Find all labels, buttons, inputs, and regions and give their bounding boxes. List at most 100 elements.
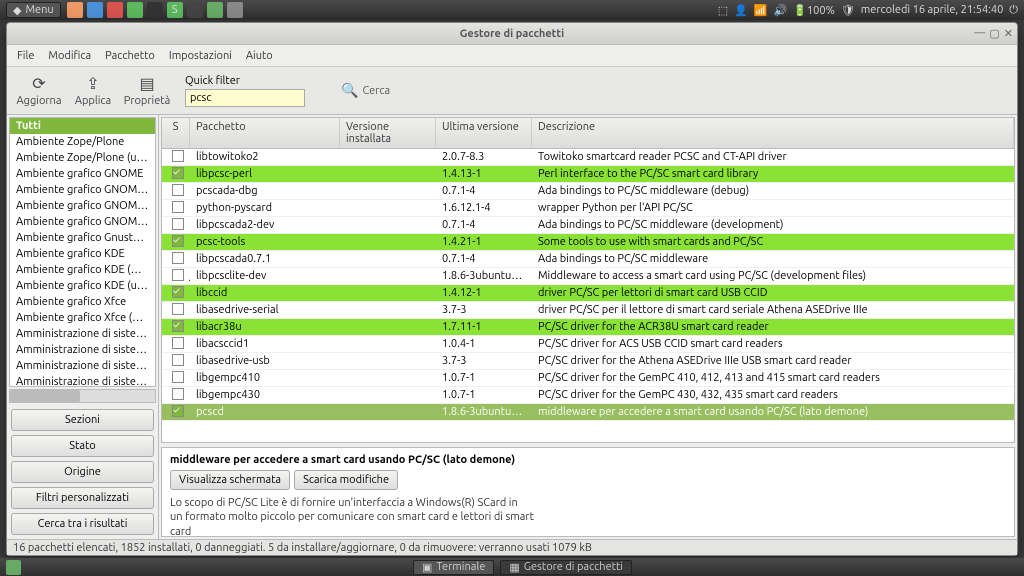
horizontal-scrollbar[interactable] (9, 389, 156, 403)
table-row[interactable]: libpcscada2-dev0.7.1-4Ada bindings to PC… (162, 217, 1014, 234)
category-item[interactable]: Amministrazione di sistema (n (10, 342, 155, 358)
app-icon[interactable] (107, 2, 123, 18)
status-checkbox[interactable] (172, 337, 184, 349)
menu-settings[interactable]: Impostazioni (169, 50, 232, 62)
maximize-button[interactable]: ▢ (989, 27, 999, 40)
table-row[interactable]: libacr38u1.7.11-1PC/SC driver for the AC… (162, 319, 1014, 336)
menu-button[interactable]: ◆ Menu (6, 2, 61, 18)
col-status[interactable]: S (162, 118, 190, 148)
category-item[interactable]: Ambiente grafico KDE (10, 246, 155, 262)
table-body[interactable]: libtowitoko22.0.7-8.3Towitoko smartcard … (162, 149, 1014, 442)
table-row[interactable]: libasedrive-usb3.7-3PC/SC driver for the… (162, 353, 1014, 370)
app-icon[interactable] (67, 2, 83, 18)
task-terminal[interactable]: ▣ Terminale (413, 560, 494, 575)
category-item[interactable]: Ambiente Zope/Plone (10, 134, 155, 150)
search-button[interactable]: 🔍 Cerca (341, 82, 390, 99)
col-latest[interactable]: Ultima versione (436, 118, 532, 148)
menu-help[interactable]: Aiuto (246, 50, 273, 62)
menu-file[interactable]: File (17, 50, 34, 62)
table-row[interactable]: libpcscada0.7.10.7.1-4Ada bindings to PC… (162, 251, 1014, 268)
category-item[interactable]: Ambiente grafico Xfce (univer (10, 310, 155, 326)
screenshot-button[interactable]: Visualizza schermata (170, 470, 290, 490)
shutdown-icon[interactable]: ⏻ (1009, 4, 1018, 17)
category-item[interactable]: Ambiente grafico GNOME (un (10, 214, 155, 230)
task-synaptic[interactable]: ▦ Gestore di pacchetti (500, 560, 632, 575)
table-row[interactable]: libccid1.4.12-1driver PC/SC per lettori … (162, 285, 1014, 302)
status-checkbox[interactable] (172, 235, 184, 247)
category-item[interactable]: Ambiente grafico KDE (univer (10, 278, 155, 294)
category-item[interactable]: Ambiente grafico Gnustep (un (10, 230, 155, 246)
properties-button[interactable]: ▤ Proprietà (123, 74, 171, 107)
status-checkbox[interactable] (172, 218, 184, 230)
clock[interactable]: mercoledì 16 aprile, 21:54:40 (861, 4, 1004, 16)
status-checkbox[interactable] (172, 252, 184, 264)
menu-package[interactable]: Pacchetto (105, 50, 155, 62)
custom-filters-button[interactable]: Filtri personalizzati (11, 487, 154, 509)
user-icon[interactable]: 👤 (734, 4, 748, 17)
table-row[interactable]: libasedrive-serial3.7-3driver PC/SC per … (162, 302, 1014, 319)
minimize-button[interactable]: — (974, 27, 985, 40)
status-button[interactable]: Stato (11, 435, 154, 457)
menu-edit[interactable]: Modifica (48, 50, 91, 62)
table-row[interactable]: libacsccid11.0.4-1PC/SC driver for ACS U… (162, 336, 1014, 353)
skype-icon[interactable]: S (167, 2, 183, 18)
category-item[interactable]: Amministrazione di sistema (u (10, 374, 155, 387)
apply-button[interactable]: ⇪ Applica (69, 74, 117, 107)
table-header[interactable]: S Pacchetto Versione installata Ultima v… (162, 118, 1014, 149)
category-item[interactable]: Amministrazione di sistema (n (10, 358, 155, 374)
table-row[interactable]: libtowitoko22.0.7-8.3Towitoko smartcard … (162, 149, 1014, 166)
category-item[interactable]: Tutti (10, 118, 155, 134)
battery-icon[interactable]: 🔋100% (793, 4, 835, 17)
status-checkbox[interactable] (172, 405, 184, 417)
category-item[interactable]: Ambiente grafico GNOME (mu (10, 182, 155, 198)
app-icon[interactable] (187, 2, 203, 18)
app-icon[interactable] (127, 2, 143, 18)
close-button[interactable]: ✕ (1004, 27, 1013, 40)
app-icon[interactable] (227, 2, 243, 18)
titlebar[interactable]: Gestore di pacchetti — ▢ ✕ (7, 23, 1017, 45)
status-checkbox[interactable] (172, 201, 184, 213)
sections-button[interactable]: Sezioni (11, 409, 154, 431)
status-checkbox[interactable] (172, 371, 184, 383)
status-checkbox[interactable] (172, 269, 184, 281)
status-checkbox[interactable] (172, 303, 184, 315)
table-row[interactable]: libpcsc-perl1.4.13-1Perl interface to th… (162, 166, 1014, 183)
status-checkbox[interactable] (172, 167, 184, 179)
table-row[interactable]: python-pyscard1.6.12.1-4wrapper Python p… (162, 200, 1014, 217)
category-item[interactable]: Ambiente Zope/Plone (univers (10, 150, 155, 166)
volume-icon[interactable]: 🔊 (774, 4, 788, 17)
status-checkbox[interactable] (172, 150, 184, 162)
table-row[interactable]: ●libpcsclite-dev1.8.6-3ubuntu1b1Middlewa… (162, 268, 1014, 285)
app-icon[interactable] (87, 2, 103, 18)
shield-icon[interactable]: 🛡 (841, 4, 855, 17)
category-item[interactable]: Ambiente grafico GNOME (no (10, 198, 155, 214)
col-installed[interactable]: Versione installata (340, 118, 436, 148)
col-name[interactable]: Pacchetto (190, 118, 340, 148)
status-checkbox[interactable] (172, 184, 184, 196)
category-item[interactable]: Amministrazione di sistema (10, 326, 155, 342)
table-row[interactable]: pcsc-tools1.4.21-1Some tools to use with… (162, 234, 1014, 251)
table-row[interactable]: libgempc4101.0.7-1PC/SC driver for the G… (162, 370, 1014, 387)
table-row[interactable]: pcscada-dbg0.7.1-4Ada bindings to PC/SC … (162, 183, 1014, 200)
category-item[interactable]: Ambiente grafico Xfce (10, 294, 155, 310)
category-list[interactable]: TuttiAmbiente Zope/PloneAmbiente Zope/Pl… (9, 117, 156, 387)
refresh-button[interactable]: ⟳ Aggiorna (15, 74, 63, 107)
status-checkbox[interactable] (172, 320, 184, 332)
network-icon[interactable]: 📶 (754, 4, 768, 17)
origin-button[interactable]: Origine (11, 461, 154, 483)
table-row[interactable]: libgempc4301.0.7-1PC/SC driver for the G… (162, 387, 1014, 404)
indicator-icon[interactable]: ⬚ (718, 4, 728, 17)
app-icon[interactable] (207, 2, 223, 18)
category-item[interactable]: Ambiente grafico GNOME (10, 166, 155, 182)
show-desktop-icon[interactable] (6, 560, 21, 575)
table-row[interactable]: pcscd1.8.6-3ubuntu1b1middleware per acce… (162, 404, 1014, 421)
col-description[interactable]: Descrizione (532, 118, 1014, 148)
quick-filter-input[interactable] (185, 89, 305, 107)
status-checkbox[interactable] (172, 354, 184, 366)
app-icon[interactable] (147, 2, 163, 18)
search-results-button[interactable]: Cerca tra i risultati (11, 513, 154, 535)
category-item[interactable]: Ambiente grafico KDE (multiv (10, 262, 155, 278)
status-checkbox[interactable] (172, 286, 184, 298)
changelog-button[interactable]: Scarica modifiche (294, 470, 398, 490)
status-checkbox[interactable] (172, 388, 184, 400)
